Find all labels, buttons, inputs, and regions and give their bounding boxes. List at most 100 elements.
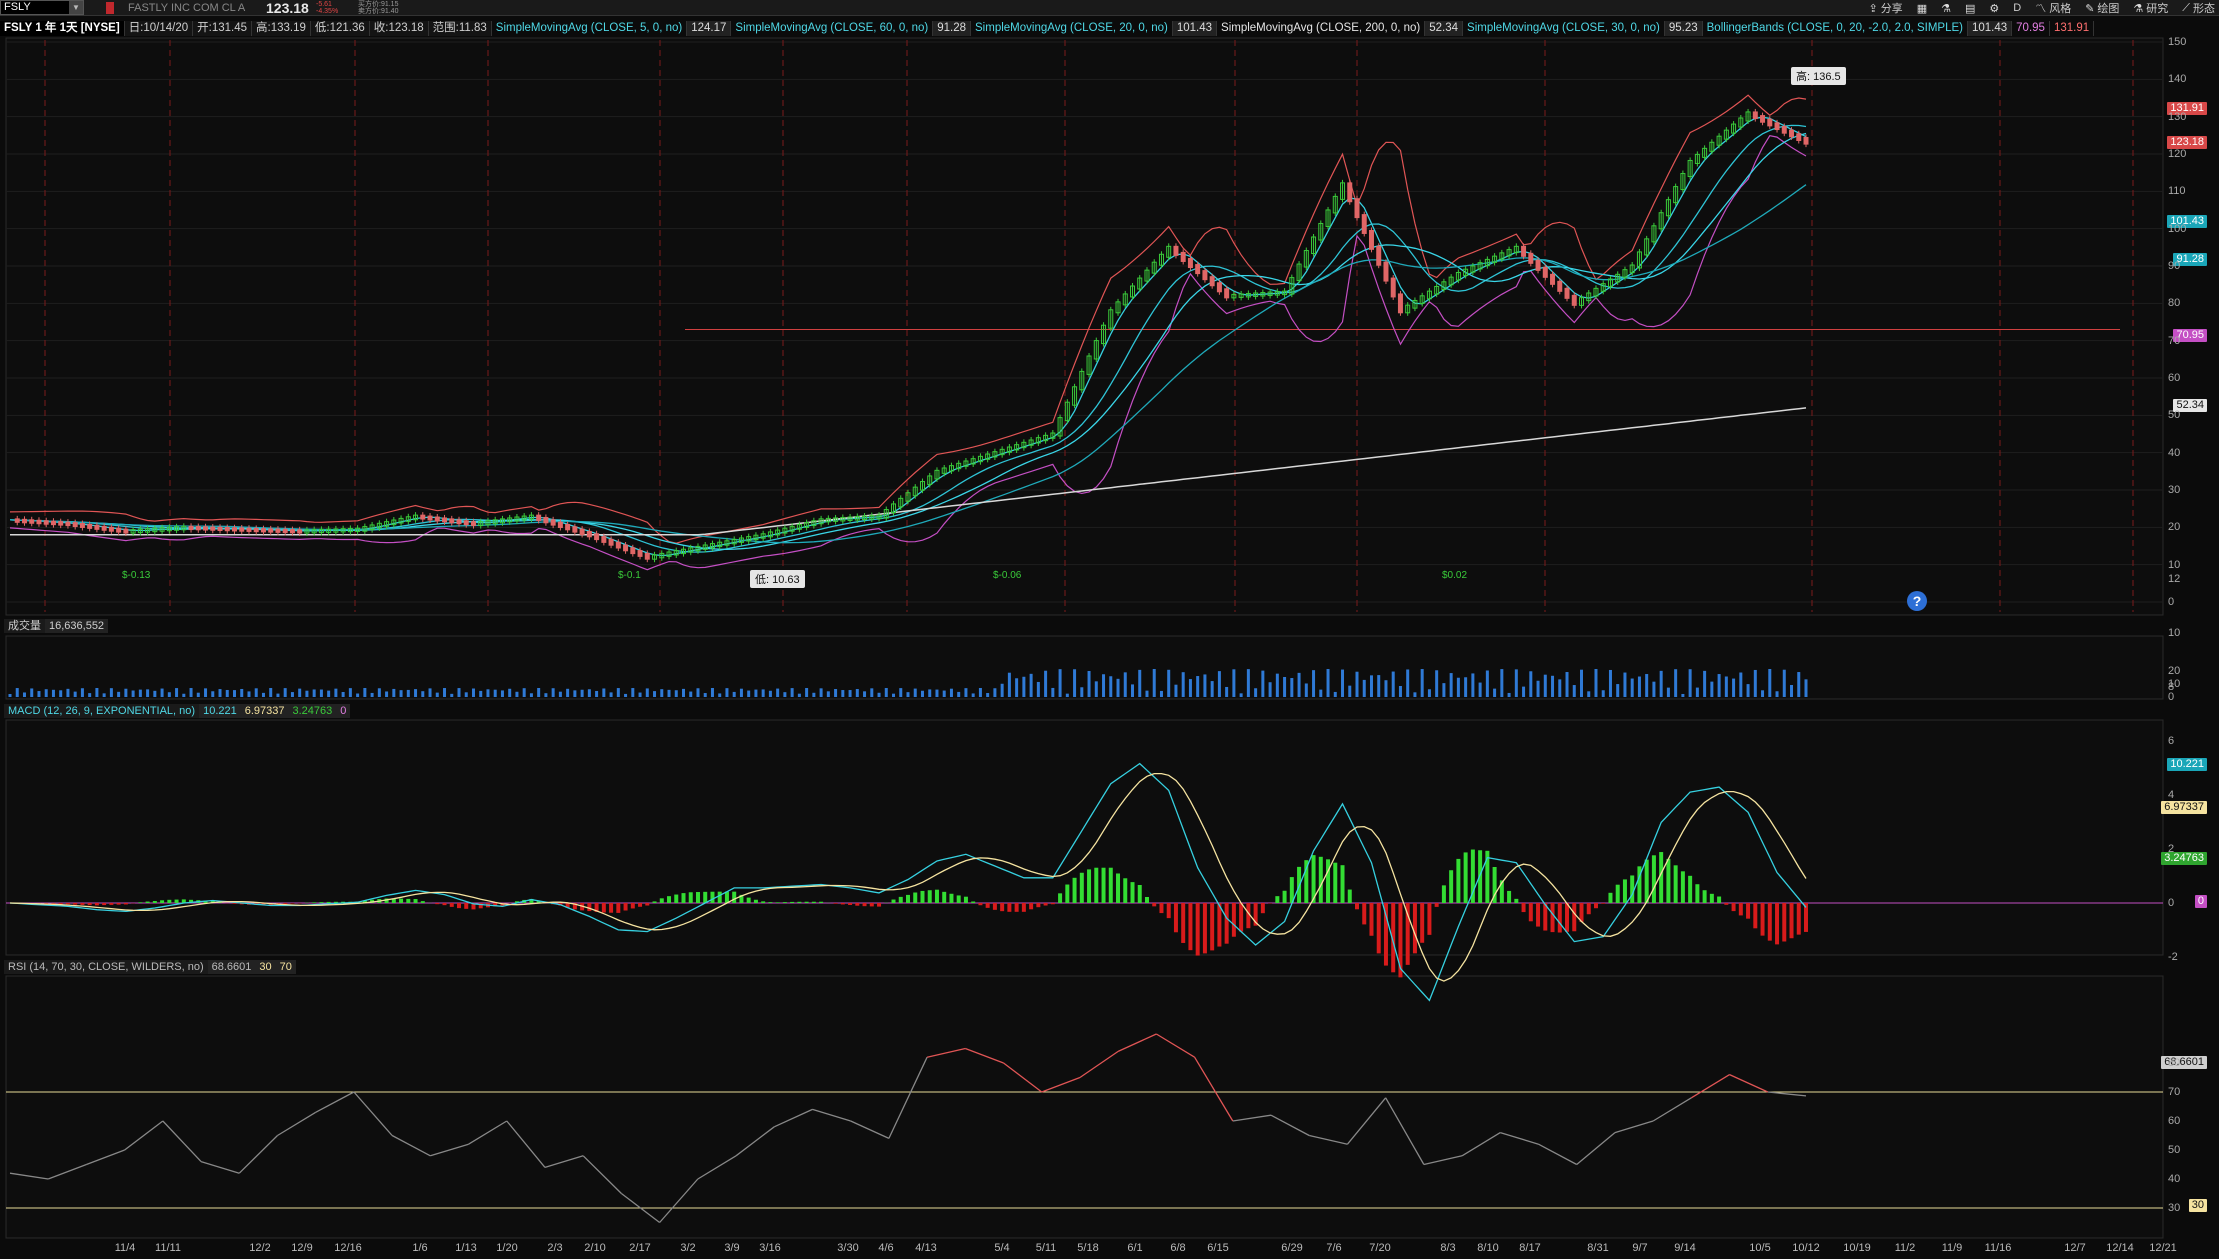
- volume-bar: [1601, 690, 1605, 697]
- candle: [608, 538, 614, 546]
- candle: [50, 520, 56, 526]
- macd-histogram-bar: [1565, 903, 1570, 932]
- volume-bar: [1362, 679, 1366, 697]
- x-tick-label: 1/6: [412, 1242, 428, 1254]
- candle: [456, 519, 462, 525]
- macd-histogram-bar: [753, 899, 758, 903]
- volume-bar: [399, 690, 403, 697]
- candle: [1521, 245, 1527, 257]
- volume-bar: [1015, 678, 1019, 697]
- macd-histogram-bar: [1441, 885, 1446, 903]
- volume-bar: [1094, 681, 1098, 697]
- chart-canvas[interactable]: [0, 0, 2219, 1259]
- volume-bar: [153, 690, 157, 697]
- rsi-tag-os: 30: [2188, 1199, 2207, 1212]
- volume-bar: [638, 692, 642, 697]
- volume-tick-label: 20: [2168, 665, 2181, 677]
- volume-bar: [109, 688, 113, 697]
- volume-bar: [877, 692, 881, 697]
- help-icon[interactable]: ?: [1907, 591, 1927, 611]
- macd-histogram-bar: [1717, 896, 1722, 903]
- volume-bar: [870, 688, 874, 697]
- candle: [1361, 214, 1367, 234]
- candle: [43, 520, 49, 525]
- macd-histogram-bar: [638, 903, 643, 907]
- volume-bar: [1036, 681, 1040, 697]
- x-tick-label: 12/9: [291, 1242, 313, 1254]
- candle: [239, 527, 245, 532]
- volume-bar: [667, 689, 671, 697]
- macd-histogram-bar: [145, 901, 150, 903]
- macd-histogram-bar: [710, 891, 715, 903]
- volume-bar: [493, 689, 497, 697]
- candle: [644, 552, 650, 560]
- volume-bar: [247, 691, 251, 697]
- volume-bar: [450, 693, 454, 697]
- macd-histogram-bar: [877, 903, 882, 907]
- candle: [58, 521, 64, 526]
- macd-histogram-bar: [920, 890, 925, 903]
- volume-bar: [942, 690, 946, 697]
- volume-bar: [385, 691, 389, 697]
- rsi-label[interactable]: RSI (14, 70, 30, CLOSE, WILDERS, no): [4, 960, 208, 974]
- volume-bar: [211, 691, 215, 697]
- volume-bar: [978, 688, 982, 697]
- x-tick-label: 9/7: [1632, 1242, 1648, 1254]
- macd-histogram-bar: [819, 901, 824, 903]
- candle: [36, 519, 42, 525]
- macd-histogram-bar: [1622, 879, 1627, 903]
- volume-bar: [855, 689, 859, 697]
- macd-label[interactable]: MACD (12, 26, 9, EXPONENTIAL, no): [4, 704, 200, 718]
- volume-bar: [1087, 670, 1091, 697]
- volume-bar: [1275, 673, 1279, 697]
- volume-bar: [1420, 669, 1424, 697]
- volume-bar: [1485, 670, 1489, 697]
- volume-bar: [1058, 669, 1062, 697]
- candle: [297, 529, 303, 534]
- macd-histogram-bar: [1355, 903, 1359, 910]
- volume-bar: [1507, 692, 1511, 697]
- volume-bar: [471, 688, 475, 697]
- macd-histogram-bar: [1731, 903, 1736, 912]
- volume-bar: [1768, 669, 1772, 697]
- volume-bar: [1782, 669, 1786, 697]
- volume-bar: [175, 688, 179, 697]
- macd-histogram-bar: [399, 898, 404, 903]
- macd-histogram-bar: [703, 891, 708, 903]
- volume-bar: [73, 691, 77, 697]
- volume-label[interactable]: 成交量: [4, 619, 45, 633]
- volume-bar: [1594, 669, 1598, 697]
- volume-bar: [1551, 675, 1555, 697]
- macd-histogram-bar: [1036, 903, 1041, 908]
- candle: [594, 533, 600, 541]
- macd-histogram-bar: [1152, 903, 1157, 907]
- macd-histogram-bar: [1688, 875, 1693, 903]
- macd-histogram-bar: [1333, 862, 1338, 903]
- volume-bar: [595, 690, 599, 697]
- volume-bar: [573, 690, 577, 697]
- volume-bar: [298, 688, 302, 697]
- price-panel: [5, 37, 2164, 616]
- volume-bar: [1196, 676, 1200, 697]
- macd-histogram-bar: [1014, 903, 1019, 912]
- volume-bar: [558, 691, 562, 697]
- volume-bar: [508, 688, 512, 697]
- x-tick-label: 1/13: [455, 1242, 477, 1254]
- volume-bar: [1565, 672, 1569, 697]
- x-tick-label: 11/9: [1941, 1242, 1963, 1254]
- macd-tick-label: 6: [2168, 735, 2175, 747]
- macd-histogram-bar: [790, 901, 795, 903]
- candle: [65, 521, 71, 527]
- volume-bar: [1558, 679, 1562, 697]
- macd-histogram-bar: [732, 891, 737, 903]
- x-tick-label: 3/16: [759, 1242, 781, 1254]
- macd-histogram-bar: [717, 891, 722, 903]
- macd-tick-label: 0: [2168, 897, 2175, 909]
- x-tick-label: 4/13: [915, 1242, 937, 1254]
- macd-histogram-bar: [1702, 890, 1707, 903]
- candle: [1767, 118, 1773, 127]
- candle: [1760, 115, 1766, 123]
- x-tick-label: 11/16: [1984, 1242, 2012, 1254]
- volume-bar: [1724, 676, 1728, 697]
- macd-histogram-bar: [746, 897, 751, 903]
